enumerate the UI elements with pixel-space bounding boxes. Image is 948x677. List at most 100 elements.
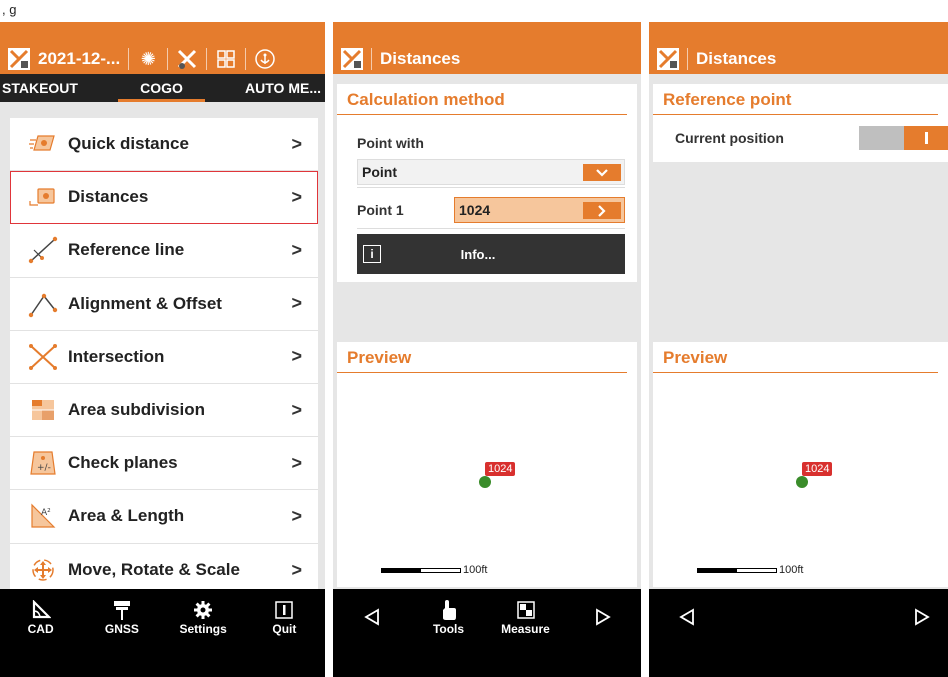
scale-label: 100ft (779, 564, 804, 576)
tab-cogo[interactable]: COGO (108, 74, 214, 102)
next-icon (595, 605, 611, 629)
cad-button[interactable]: CAD (0, 589, 81, 645)
prev-button[interactable] (333, 589, 410, 645)
screen-title: Distances (696, 49, 777, 68)
scale-label: 100ft (463, 564, 488, 576)
job-title[interactable]: 2021-12-... (38, 49, 120, 69)
prev-button[interactable] (649, 589, 805, 645)
preview-title: Preview (337, 342, 627, 373)
cogo-menu: Quick distance > Distances > Reference l… (10, 118, 318, 597)
quit-button[interactable]: Quit (244, 589, 325, 645)
sun-icon[interactable]: ✺ (137, 48, 159, 70)
chevron-right-icon: > (291, 559, 302, 580)
title-separator (128, 48, 130, 70)
scale-bar: 100ft (697, 564, 803, 576)
point-with-value: Point (362, 164, 397, 180)
x365-icon[interactable] (176, 48, 198, 70)
measure-button[interactable]: Measure (487, 589, 564, 645)
title-bar: 2021-12-... ✺ (0, 44, 325, 74)
next-button[interactable] (805, 589, 948, 645)
menu-item-quick-distance[interactable]: Quick distance > (10, 118, 318, 172)
point-marker-label: 1024 (485, 462, 516, 476)
grid-icon[interactable] (215, 48, 237, 70)
bottom-toolbar (649, 589, 948, 645)
point1-label: Point 1 (357, 202, 404, 218)
chevron-down-icon[interactable] (583, 164, 621, 181)
preview-card: Preview 1024 100ft (653, 342, 948, 587)
info-button[interactable]: i Info... (357, 234, 625, 274)
menu-item-alignment-offset[interactable]: Alignment & Offset > (10, 278, 318, 331)
tools-button[interactable]: Tools (410, 589, 487, 645)
title-separator (167, 48, 169, 70)
menu-item-area-length[interactable]: A² Area & Length > (10, 490, 318, 544)
bottom-toolbar: Tools Measure (333, 589, 641, 645)
tab-stakeout[interactable]: STAKEOUT (0, 74, 108, 102)
system-nav-area (333, 645, 641, 677)
anchor-icon[interactable] (254, 48, 276, 70)
app-logo-icon[interactable] (341, 48, 363, 70)
reference-point-card: Reference point Current position (653, 84, 948, 162)
point-with-label: Point with (357, 135, 424, 151)
next-button[interactable] (564, 589, 641, 645)
current-position-label: Current position (675, 130, 784, 146)
menu-item-distances[interactable]: Distances > (10, 171, 318, 225)
menu-item-check-planes[interactable]: +/- Check planes > (10, 437, 318, 491)
chevron-right-icon: > (291, 239, 302, 260)
title-bar: Distances (649, 44, 948, 74)
menu-item-area-subdivision[interactable]: Area subdivision > (10, 384, 318, 438)
prev-icon (679, 605, 695, 629)
system-nav-area (649, 645, 948, 677)
check-planes-icon: +/- (26, 449, 60, 477)
chevron-right-icon: > (291, 505, 302, 526)
app-logo-icon[interactable] (657, 48, 679, 70)
tab-auto-measure[interactable]: AUTO ME... (215, 74, 325, 102)
divider (357, 187, 625, 188)
area-subdivision-icon (26, 396, 60, 424)
tab-bar: STAKEOUT COGO AUTO ME... (0, 74, 325, 102)
chevron-right-icon[interactable] (583, 202, 621, 219)
gnss-button[interactable]: GNSS (81, 589, 162, 645)
info-icon: i (363, 245, 381, 263)
chevron-right-icon: > (291, 293, 302, 314)
system-nav-area (0, 645, 325, 677)
bottom-toolbar: CAD GNSS Settings Quit (0, 589, 325, 645)
menu-item-label: Intersection (68, 346, 165, 366)
menu-item-label: Area subdivision (68, 400, 205, 420)
status-bar (0, 22, 325, 44)
title-separator (371, 48, 372, 70)
chevron-right-icon: > (291, 133, 302, 154)
divider (357, 228, 625, 229)
gear-icon (193, 598, 213, 622)
area-length-icon: A² (26, 502, 60, 530)
calculation-method-title: Calculation method (337, 84, 627, 115)
menu-item-reference-line[interactable]: Reference line > (10, 224, 318, 278)
current-position-toggle[interactable] (859, 126, 948, 150)
app-logo-icon[interactable] (8, 48, 30, 70)
next-icon (914, 605, 930, 629)
menu-item-label: Area & Length (68, 506, 185, 526)
title-separator (687, 48, 688, 70)
point1-value: 1024 (459, 202, 491, 218)
menu-item-label: Reference line (68, 240, 185, 260)
settings-button[interactable]: Settings (163, 589, 244, 645)
top-strip-text: , g (2, 2, 17, 17)
status-bar (333, 22, 641, 44)
info-label: Info... (460, 246, 496, 262)
intersection-icon (26, 343, 60, 371)
menu-item-label: Alignment & Offset (68, 293, 222, 313)
cad-icon (31, 598, 51, 622)
point-dot (796, 476, 808, 488)
point-marker-label: 1024 (802, 462, 833, 476)
quit-label: Quit (272, 622, 297, 636)
point1-field[interactable]: 1024 (454, 197, 625, 223)
tools-hand-icon (440, 598, 458, 622)
point-with-select[interactable]: Point (357, 159, 625, 185)
chevron-right-icon: > (291, 452, 302, 473)
svg-text:+/-: +/- (37, 463, 51, 473)
top-strip: , g (0, 0, 948, 22)
measure-label: Measure (501, 622, 550, 636)
menu-item-label: Move, Rotate & Scale (68, 560, 240, 580)
move-rotate-scale-icon (26, 556, 60, 584)
menu-item-intersection[interactable]: Intersection > (10, 331, 318, 384)
preview-card: Preview 1024 100ft (337, 342, 637, 587)
